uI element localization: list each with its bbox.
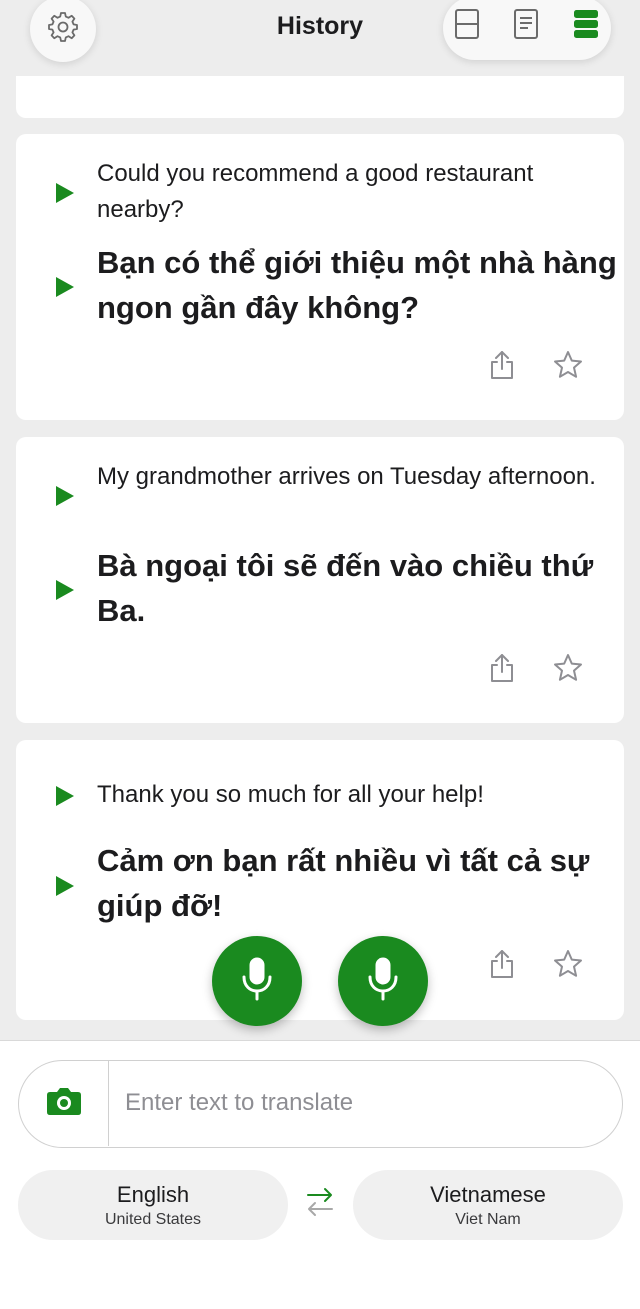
share-icon[interactable]: [486, 652, 518, 684]
translation-text: Cảm ơn bạn rất nhiều vì tất cả sự giúp đ…: [97, 843, 590, 923]
play-source-icon[interactable]: [54, 784, 76, 808]
play-source-icon[interactable]: [54, 181, 76, 205]
target-language-region: Viet Nam: [455, 1211, 521, 1228]
input-panel: English United States Vietnamese Viet Na…: [0, 1040, 640, 1309]
target-language-button[interactable]: Vietnamese Viet Nam: [353, 1170, 623, 1240]
source-text: Could you recommend a good restaurant ne…: [97, 160, 534, 223]
swap-arrows-icon: [305, 1185, 335, 1224]
source-text: My grandmother arrives on Tuesday aftern…: [97, 463, 596, 490]
play-source-icon[interactable]: [54, 484, 76, 508]
share-icon[interactable]: [486, 948, 518, 980]
history-list[interactable]: Could you recommend a good restaurant ne…: [0, 0, 640, 1040]
history-card[interactable]: Could you recommend a good restaurant ne…: [16, 134, 624, 420]
target-mic-button[interactable]: [338, 936, 428, 1026]
history-card[interactable]: My grandmother arrives on Tuesday aftern…: [16, 437, 624, 723]
star-icon[interactable]: [552, 948, 584, 980]
list-view-button[interactable]: [569, 8, 603, 44]
translator-app: Could you recommend a good restaurant ne…: [0, 0, 640, 1309]
document-view-icon: [513, 8, 539, 45]
camera-button[interactable]: [19, 1061, 109, 1146]
play-translation-icon[interactable]: [54, 874, 76, 898]
star-icon[interactable]: [552, 652, 584, 684]
play-translation-icon[interactable]: [54, 275, 76, 299]
split-view-button[interactable]: [450, 8, 484, 44]
microphone-icon: [240, 957, 274, 1006]
swap-languages-button[interactable]: [302, 1184, 338, 1224]
star-icon[interactable]: [552, 349, 584, 381]
share-icon[interactable]: [486, 349, 518, 381]
camera-icon: [46, 1086, 82, 1121]
translate-input-row: [18, 1060, 623, 1148]
target-language-name: Vietnamese: [430, 1182, 546, 1207]
translate-text-input[interactable]: [125, 1083, 585, 1123]
history-card[interactable]: Thank you so much for all your help! Cảm…: [16, 740, 624, 1020]
source-language-button[interactable]: English United States: [18, 1170, 288, 1240]
source-text: Thank you so much for all your help!: [97, 781, 484, 808]
translation-text: Bạn có thể giới thiệu một nhà hàng ngon …: [97, 245, 617, 325]
microphone-icon: [366, 957, 400, 1006]
translation-text: Bà ngoại tôi sẽ đến vào chiều thứ Ba.: [97, 548, 594, 628]
list-view-icon: [573, 9, 599, 44]
split-view-icon: [454, 8, 480, 45]
document-view-button[interactable]: [509, 8, 543, 44]
play-translation-icon[interactable]: [54, 578, 76, 602]
source-mic-button[interactable]: [212, 936, 302, 1026]
top-bar: History: [0, 0, 640, 76]
view-mode-switcher: [443, 0, 611, 60]
source-language-name: English: [116, 1182, 190, 1207]
source-language-region: United States: [104, 1211, 202, 1228]
